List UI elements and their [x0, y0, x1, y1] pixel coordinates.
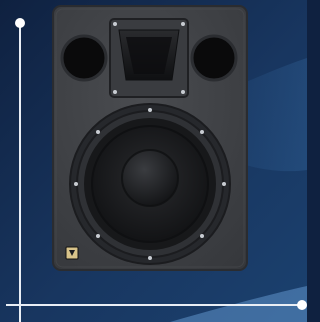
badge-icon [65, 246, 79, 260]
horn-tweeter [109, 18, 189, 98]
right-port [190, 34, 238, 82]
photo-scene [0, 0, 307, 322]
speaker-illustration [52, 5, 248, 271]
left-port [60, 34, 108, 82]
woofer [69, 103, 231, 265]
